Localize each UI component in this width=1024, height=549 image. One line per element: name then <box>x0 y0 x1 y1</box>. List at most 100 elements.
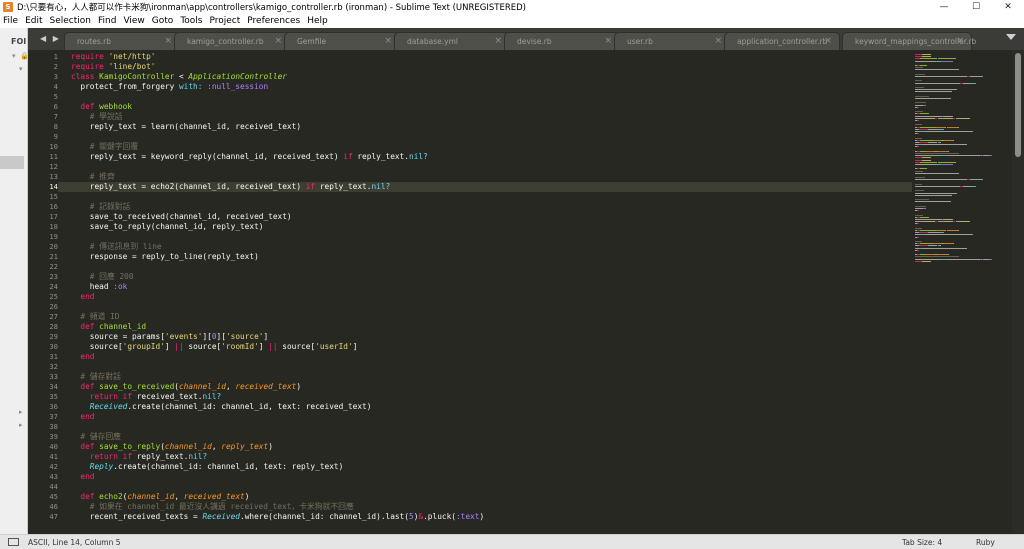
code-line[interactable]: end <box>71 292 94 302</box>
folder-expand-icon[interactable]: ▾ <box>12 52 16 60</box>
tab-nav-arrows[interactable]: ◀ ▶ <box>40 34 61 43</box>
code-token: # 如果在 channel_id 最近沒人講過 received_text，卡米… <box>71 502 354 511</box>
folder-collapsed-icon[interactable]: ▸ <box>19 408 23 416</box>
menu-edit[interactable]: Edit <box>25 16 42 26</box>
code-line[interactable]: save_to_received(channel_id, received_te… <box>71 212 292 222</box>
code-line[interactable]: return if received_text.nil? <box>71 392 221 402</box>
line-number: 42 <box>49 462 58 471</box>
minimap-line <box>920 168 927 170</box>
minimap-line <box>940 155 948 157</box>
code-line[interactable]: # 記錄對話 <box>71 202 131 212</box>
code-line[interactable]: def webhook <box>71 102 132 112</box>
tab-overflow-icon[interactable] <box>1006 34 1016 40</box>
minimap-line <box>951 219 953 220</box>
menu-preferences[interactable]: Preferences <box>247 16 300 26</box>
code-editor[interactable]: 1 2 3 4 5 6 7 8 9 10 11 12 13 14 15 16 17 18 19 20 21 22 23 24 2… <box>28 50 912 534</box>
status-tab-size[interactable]: Tab Size: 4 <box>902 538 942 547</box>
code-line[interactable]: # 學說話 <box>71 112 123 122</box>
code-line[interactable]: require 'line/bot' <box>71 62 156 72</box>
tab-close-icon[interactable]: × <box>714 36 722 46</box>
code-line[interactable]: end <box>71 472 94 482</box>
tab-close-icon[interactable]: × <box>494 36 502 46</box>
code-token: reply_text. <box>319 182 372 191</box>
scrollbar-thumb[interactable] <box>1015 53 1021 157</box>
code-line[interactable]: def echo2(channel_id, received_text) <box>71 492 249 502</box>
tab-routes[interactable]: routes.rb × <box>64 32 180 50</box>
code-token: # 頻道 ID <box>71 312 120 321</box>
menu-find[interactable]: Find <box>98 16 116 26</box>
tab-close-icon[interactable]: × <box>956 36 964 46</box>
vertical-scrollbar[interactable] <box>1012 50 1024 534</box>
code-line[interactable]: # 頻道 ID <box>71 312 119 322</box>
code-line[interactable]: # 關鍵字回覆 <box>71 142 138 152</box>
minimize-button[interactable]: — <box>928 0 960 14</box>
code-line[interactable]: # 儲存對話 <box>71 372 121 382</box>
code-line[interactable]: end <box>71 352 94 362</box>
minimap-line <box>941 60 953 62</box>
menu-file[interactable]: File <box>3 16 18 26</box>
code-token: ) <box>296 382 302 391</box>
tab-kamigo-controller[interactable]: kamigo_controller.rb × <box>174 32 290 50</box>
tab-user[interactable]: user.rb × <box>614 32 730 50</box>
code-token: reply_text = keyword_reply(channel_id, r… <box>71 152 344 161</box>
code-line[interactable]: class KamigoController < ApplicationCont… <box>71 72 287 82</box>
tab-label: devise.rb <box>517 37 552 46</box>
code-line[interactable]: def save_to_received(channel_id, receive… <box>71 382 301 392</box>
minimap-line <box>944 115 952 117</box>
minimap[interactable] <box>912 50 1012 534</box>
close-button[interactable]: ✕ <box>992 0 1024 14</box>
code-line[interactable]: return if reply_text.nil? <box>71 452 207 462</box>
tab-gemfile[interactable]: Gemfile × <box>284 32 400 50</box>
tab-close-icon[interactable]: × <box>604 36 612 46</box>
line-number: 14 <box>49 182 58 191</box>
tab-database-yml[interactable]: database.yml × <box>394 32 510 50</box>
minimap-line <box>947 155 980 157</box>
line-number: 6 <box>53 102 58 111</box>
minimap-line <box>918 131 926 132</box>
folder-expand-icon[interactable]: ▾ <box>19 65 23 73</box>
menu-selection[interactable]: Selection <box>50 16 91 26</box>
code-line[interactable]: source['groupId'] || source['roomId'] ||… <box>71 342 358 352</box>
menu-help[interactable]: Help <box>307 16 328 26</box>
menu-view[interactable]: View <box>123 16 144 26</box>
tab-close-icon[interactable]: × <box>164 36 172 46</box>
panel-toggle-icon[interactable] <box>8 538 19 546</box>
tab-devise[interactable]: devise.rb × <box>504 32 620 50</box>
code-line[interactable]: head :ok <box>71 282 128 292</box>
code-line[interactable]: # 回應 200 <box>71 272 134 282</box>
code-line[interactable]: recent_received_texts = Received.where(c… <box>71 512 484 522</box>
code-line[interactable]: reply_text = learn(channel_id, received_… <box>71 122 301 132</box>
code-line[interactable]: # 推齊 <box>71 172 115 182</box>
status-syntax[interactable]: Ruby <box>976 538 995 547</box>
code-line[interactable]: # 儲存回應 <box>71 432 121 442</box>
maximize-button[interactable]: ☐ <box>960 0 992 14</box>
tab-keyword-mappings-controller[interactable]: keyword_mappings_controller.rb × <box>842 32 976 50</box>
code-line[interactable]: require 'net/http' <box>71 52 156 62</box>
code-line[interactable]: # 如果在 channel_id 最近沒人講過 received_text，卡米… <box>71 502 354 512</box>
code-line[interactable]: reply_text = keyword_reply(channel_id, r… <box>71 152 428 162</box>
code-line[interactable]: save_to_reply(channel_id, reply_text) <box>71 222 264 232</box>
minimap-line <box>972 186 977 187</box>
tab-close-icon[interactable]: × <box>824 36 832 46</box>
code-line[interactable]: def save_to_reply(channel_id, reply_text… <box>71 442 273 452</box>
tab-close-icon[interactable]: × <box>274 36 282 46</box>
menu-project[interactable]: Project <box>209 16 240 26</box>
code-line[interactable]: reply_text = echo2(channel_id, received_… <box>71 182 390 192</box>
code-line[interactable]: def channel_id <box>71 322 146 332</box>
code-line[interactable]: Received.create(channel_id: channel_id, … <box>71 402 372 412</box>
menu-goto[interactable]: Goto <box>152 16 174 26</box>
code-line[interactable]: response = reply_to_line(reply_text) <box>71 252 259 262</box>
sidebar-selected-item[interactable] <box>0 156 24 169</box>
tab-close-icon[interactable]: × <box>384 36 392 46</box>
minimap-line <box>988 155 992 157</box>
sidebar[interactable]: FOI ▾ 🔒 ▾ ▸ ▸ <box>0 28 29 534</box>
code-line[interactable]: end <box>71 412 94 422</box>
menu-tools[interactable]: Tools <box>180 16 202 26</box>
folder-collapsed-icon[interactable]: ▸ <box>19 421 23 429</box>
code-line[interactable]: Reply.create(channel_id: channel_id, tex… <box>71 462 344 472</box>
tab-application-controller[interactable]: application_controller.rb × <box>724 32 840 50</box>
code-line[interactable]: # 傳送訊息到 line <box>71 242 162 252</box>
code-line[interactable]: source = params['events'][0]['source'] <box>71 332 268 342</box>
code-line[interactable]: protect_from_forgery with: :null_session <box>71 82 268 92</box>
